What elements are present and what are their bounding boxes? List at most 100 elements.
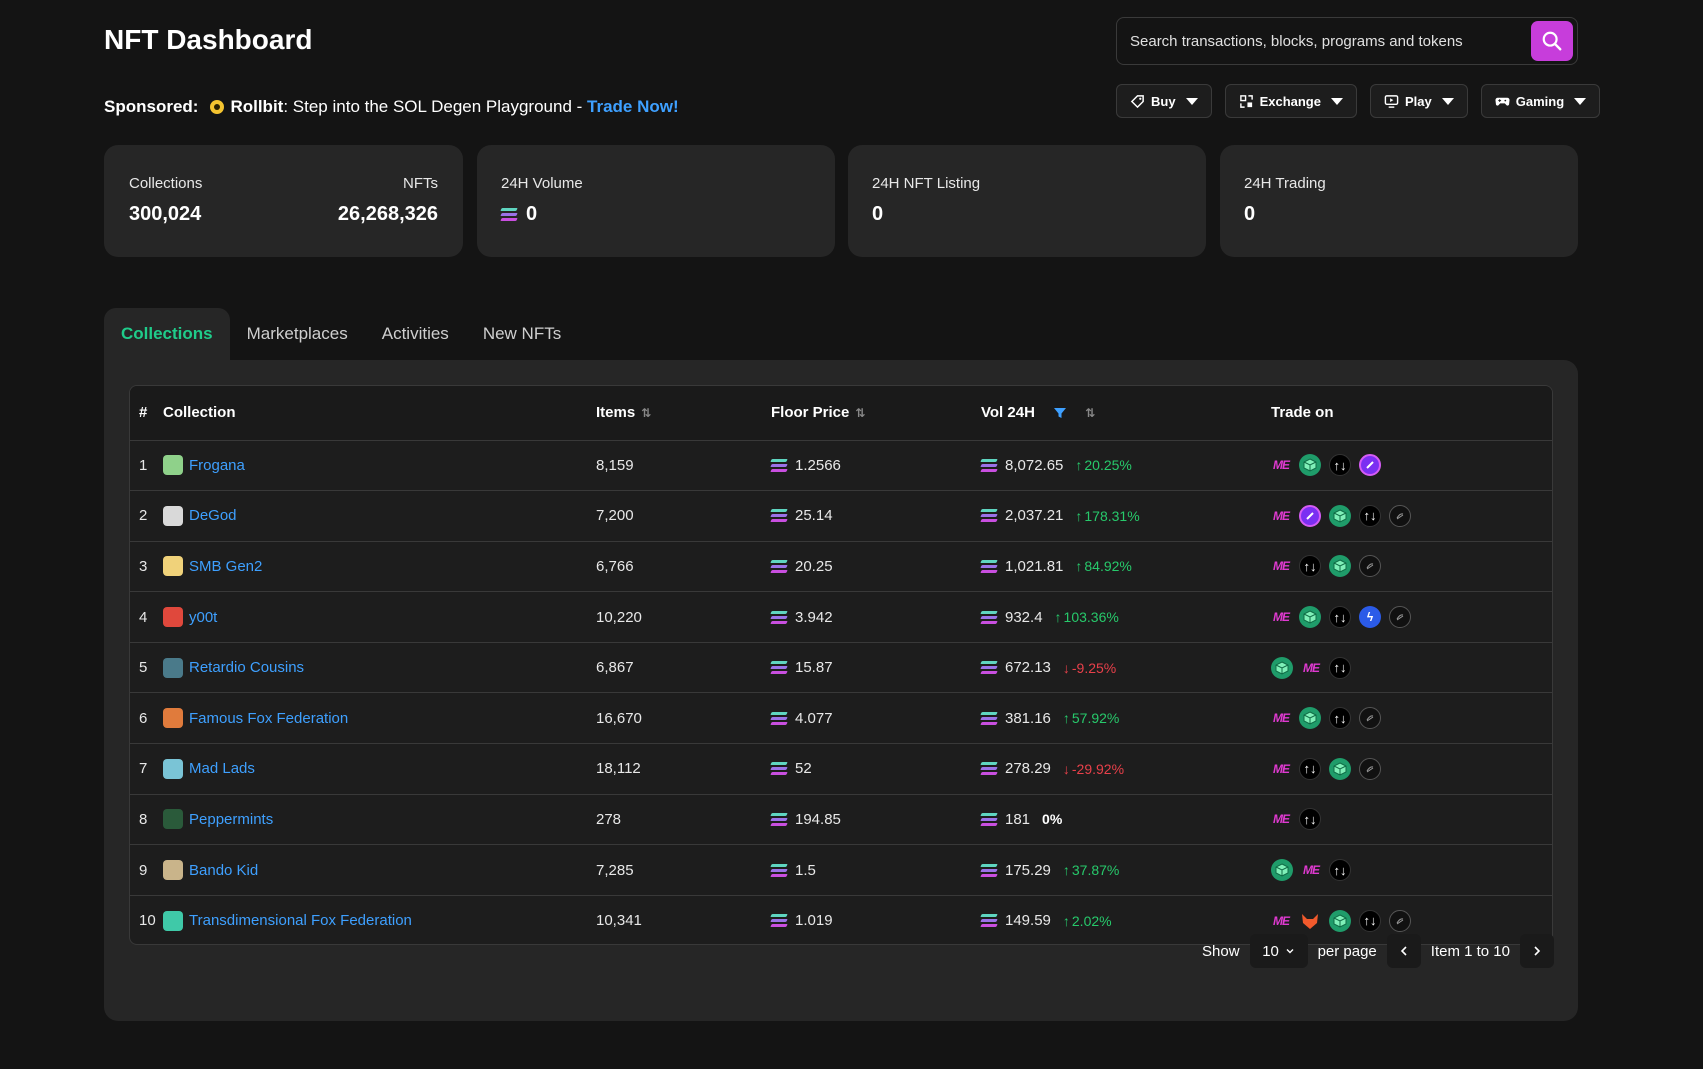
gaming-menu-button[interactable]: Gaming [1480,84,1601,118]
solanart-icon[interactable] [1359,757,1381,780]
collection-link[interactable]: Famous Fox Federation [189,710,348,727]
vol-value: 149.59 [1005,912,1051,930]
collection-link[interactable]: Peppermints [189,811,273,828]
cube-marketplace-icon[interactable] [1329,757,1351,780]
cube-marketplace-icon[interactable] [1329,555,1351,578]
vol-value: 1,021.81 [1005,557,1064,575]
cube-marketplace-icon[interactable] [1299,707,1321,730]
collection-link[interactable]: SMB Gen2 [189,558,262,575]
filter-icon[interactable] [1053,406,1067,420]
collection-link[interactable]: Transdimensional Fox Federation [189,912,412,929]
magic-eden-icon[interactable]: ME [1271,505,1291,527]
tensor-icon[interactable]: ↑↓ [1329,859,1351,882]
magic-eden-icon[interactable]: ME [1271,707,1291,729]
solanart-icon[interactable] [1359,555,1381,578]
cube-marketplace-icon[interactable] [1299,606,1321,629]
magic-eden-icon[interactable]: ME [1271,606,1291,628]
solana-icon [980,509,998,523]
change-badge: 0% [1042,811,1062,827]
items-cell: 16,670 [596,692,771,745]
tensor-icon[interactable]: ↑↓ [1329,707,1351,730]
table-row: 7 Mad Lads 18,112 52 278.29 ↓ -29.92% ME ↑↓ [130,743,1552,795]
cube-marketplace-icon[interactable] [1329,909,1351,932]
vol-24h-cell: 932.4 ↑ 103.36% [980,609,1271,626]
tab-activities[interactable]: Activities [365,308,466,360]
search-input[interactable] [1117,32,1531,50]
tensor-icon[interactable]: ↑↓ [1329,656,1351,679]
search-button[interactable] [1531,21,1573,61]
table-body: 1 Frogana 8,159 1.2566 8,072.65 ↑ 20.25% ME ↑↓ 2 D… [130,440,1552,944]
collection-link[interactable]: Retardio Cousins [189,659,304,676]
collection-link[interactable]: Bando Kid [189,862,258,879]
magic-eden-icon[interactable]: ME [1271,454,1291,476]
magic-eden-icon[interactable]: ME [1271,910,1291,932]
row-index: 10 [139,912,156,930]
header-items-label: Items [596,404,636,422]
header-items[interactable]: Items ⇅ [596,386,771,441]
solana-icon [770,661,788,675]
row-index: 8 [130,794,163,846]
sort-icon[interactable]: ⇅ [855,406,865,420]
collection-cell: DeGod [163,505,596,526]
next-page-button[interactable] [1520,934,1554,968]
sort-icon[interactable]: ⇅ [1085,406,1095,420]
row-index: 9 [130,844,163,896]
solanart-icon[interactable] [1389,909,1411,932]
solana-icon [770,559,788,573]
collection-link[interactable]: DeGod [189,507,237,524]
tensor-icon[interactable]: ↑↓ [1359,504,1381,527]
cube-marketplace-icon[interactable] [1299,454,1321,477]
magic-eden-icon[interactable]: ME [1301,657,1321,679]
collection-link[interactable]: Frogana [189,457,245,474]
buy-menu-button[interactable]: Buy [1116,84,1212,118]
tensor-icon[interactable]: ↑↓ [1299,555,1321,578]
vol-value: 181 [1005,810,1031,828]
tab-marketplaces[interactable]: Marketplaces [230,308,365,360]
hadeswap-icon[interactable] [1359,454,1381,477]
tensor-icon[interactable]: ↑↓ [1329,606,1351,629]
sort-icon[interactable]: ⇅ [641,406,651,420]
collection-link[interactable]: y00t [189,609,217,626]
solanart-icon[interactable] [1359,707,1381,730]
collection-link[interactable]: Mad Lads [189,760,255,777]
cube-marketplace-icon[interactable] [1329,504,1351,527]
magic-eden-icon[interactable]: ME [1271,555,1291,577]
per-page-select[interactable]: 10 [1249,934,1308,968]
exchange-menu-button[interactable]: Exchange [1224,84,1357,118]
cube-marketplace-icon[interactable] [1271,656,1293,679]
row-index: 4 [130,591,163,643]
tensor-icon[interactable]: ↑↓ [1299,757,1321,780]
cube-marketplace-icon[interactable] [1271,859,1293,882]
row-index: 3 [130,541,163,593]
solana-icon [980,711,998,725]
play-menu-button[interactable]: Play [1369,84,1468,118]
header-vol-24h[interactable]: Vol 24H ⇅ [981,386,1271,441]
arrow-up-icon: ↑ [1062,912,1070,929]
prev-page-button[interactable] [1386,934,1421,968]
magic-eden-icon[interactable]: ME [1271,758,1291,780]
tensor-icon[interactable]: ↑↓ [1299,808,1321,831]
items-cell: 7,200 [596,490,771,542]
magic-eden-icon[interactable]: ME [1301,859,1321,881]
collection-cell: Frogana [163,455,596,476]
vol-value: 672.13 [1005,659,1051,677]
solanart-icon[interactable] [1389,606,1411,629]
vol-value: 8,072.65 [1005,456,1064,474]
hyperspace-icon[interactable]: ϟ [1359,606,1381,629]
per-page-value: 10 [1262,942,1279,960]
tensor-icon[interactable]: ↑↓ [1329,454,1351,477]
tab-new-nfts[interactable]: New NFTs [466,308,578,360]
floor-price-cell: 194.85 [770,811,981,828]
header-floor-price[interactable]: Floor Price ⇅ [771,386,981,441]
hadeswap-icon[interactable] [1299,504,1321,527]
trade-now-link[interactable]: Trade Now! [587,97,679,116]
fox-icon[interactable] [1299,910,1321,932]
solanart-icon[interactable] [1389,504,1411,527]
row-index: 5 [130,642,163,694]
magic-eden-icon[interactable]: ME [1271,808,1291,830]
change-value: 0% [1042,811,1063,828]
tensor-icon[interactable]: ↑↓ [1359,909,1381,932]
tab-collections[interactable]: Collections [104,308,230,360]
change-value: 103.36% [1063,609,1119,626]
floor-price-cell: 1.5 [770,862,981,879]
